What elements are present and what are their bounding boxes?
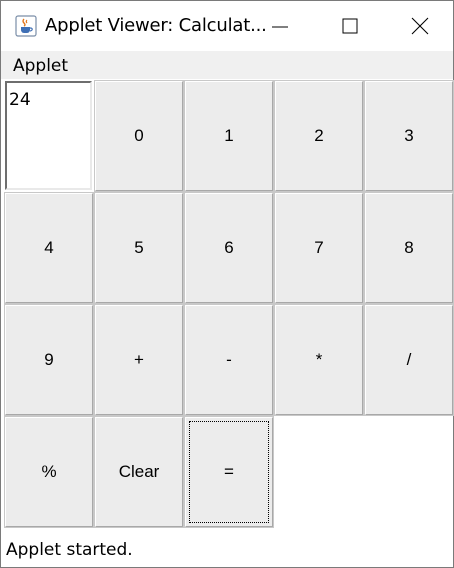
button-label: 1 bbox=[224, 126, 234, 145]
button-percent[interactable]: % bbox=[4, 416, 94, 528]
focus-ring bbox=[189, 421, 269, 523]
button-6[interactable]: 6 bbox=[184, 192, 274, 304]
button-clear[interactable]: Clear bbox=[94, 416, 184, 528]
button-label: 5 bbox=[134, 238, 144, 257]
maximize-button[interactable] bbox=[315, 1, 385, 51]
button-equals[interactable]: = bbox=[184, 416, 274, 528]
button-multiply[interactable]: * bbox=[274, 304, 364, 416]
button-label: 0 bbox=[134, 126, 144, 145]
button-label: 6 bbox=[224, 238, 234, 257]
button-label: Clear bbox=[118, 462, 160, 481]
minimize-icon bbox=[272, 26, 288, 28]
close-button[interactable] bbox=[385, 1, 454, 51]
button-divide[interactable]: / bbox=[364, 304, 454, 416]
button-label: % bbox=[41, 462, 57, 481]
menu-item-applet[interactable]: Applet bbox=[13, 56, 68, 76]
status-text: Applet started. bbox=[6, 540, 133, 560]
button-7[interactable]: 7 bbox=[274, 192, 364, 304]
button-label: - bbox=[226, 350, 232, 369]
button-4[interactable]: 4 bbox=[4, 192, 94, 304]
minimize-button[interactable] bbox=[245, 1, 315, 51]
button-2[interactable]: 2 bbox=[274, 80, 364, 192]
button-plus[interactable]: + bbox=[94, 304, 184, 416]
button-1[interactable]: 1 bbox=[184, 80, 274, 192]
button-label: 7 bbox=[314, 238, 324, 257]
status-bar: Applet started. bbox=[1, 533, 453, 567]
button-9[interactable]: 9 bbox=[4, 304, 94, 416]
button-minus[interactable]: - bbox=[184, 304, 274, 416]
java-cup-icon bbox=[15, 15, 37, 37]
window-title: Applet Viewer: Calculat... bbox=[45, 15, 267, 36]
applet-viewer-window: Applet Viewer: Calculat... Applet 24 012… bbox=[0, 0, 454, 568]
button-label: 9 bbox=[44, 350, 54, 369]
button-5[interactable]: 5 bbox=[94, 192, 184, 304]
button-label: 2 bbox=[314, 126, 324, 145]
button-label: 4 bbox=[44, 238, 54, 257]
calculator-panel: 24 0 1 2 3 4 5 6 7 8 9 + - * /% Clear = bbox=[4, 80, 454, 532]
title-bar[interactable]: Applet Viewer: Calculat... bbox=[1, 1, 453, 51]
button-label: / bbox=[406, 350, 412, 369]
calculator-display[interactable]: 24 bbox=[5, 81, 92, 190]
button-label: * bbox=[315, 350, 323, 369]
menu-bar: Applet bbox=[1, 51, 453, 79]
button-0[interactable]: 0 bbox=[94, 80, 184, 192]
button-label: + bbox=[134, 350, 144, 369]
button-label: 3 bbox=[404, 126, 414, 145]
button-3[interactable]: 3 bbox=[364, 80, 454, 192]
button-label: 8 bbox=[404, 238, 414, 257]
maximize-icon bbox=[342, 18, 358, 34]
close-icon bbox=[411, 17, 429, 35]
button-8[interactable]: 8 bbox=[364, 192, 454, 304]
